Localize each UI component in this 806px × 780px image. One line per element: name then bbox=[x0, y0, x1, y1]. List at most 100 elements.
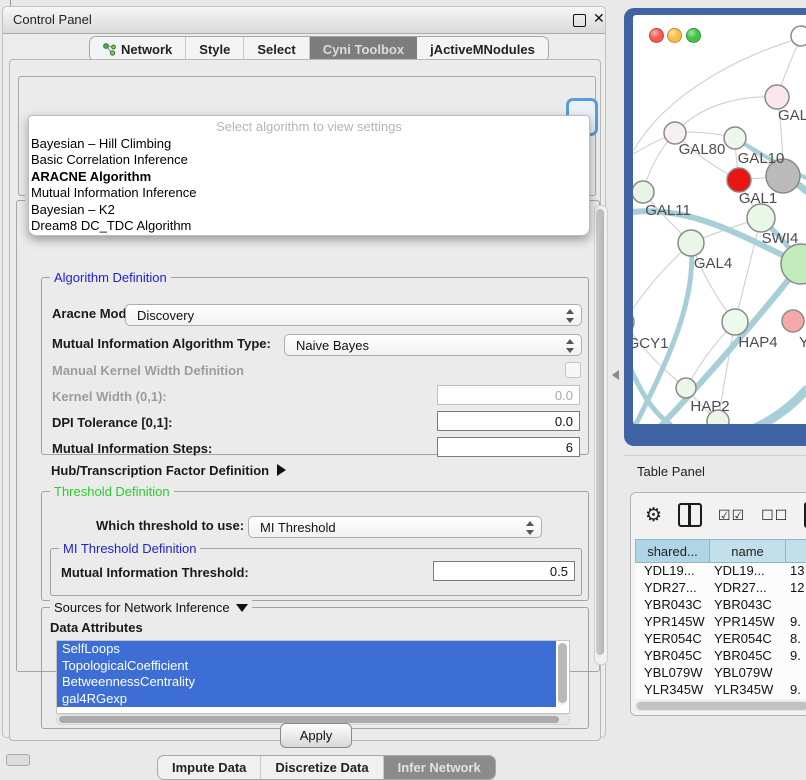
network-node[interactable] bbox=[722, 309, 748, 335]
tab-style[interactable]: Style bbox=[186, 37, 244, 61]
table-row[interactable]: YDL19...YDL19...13 bbox=[635, 563, 806, 580]
mi-type-label: Mutual Information Algorithm Type: bbox=[52, 336, 271, 351]
hub-definition-toggle[interactable]: Hub/Transcription Factor Definition bbox=[51, 463, 286, 478]
table-cell[interactable]: YDL19... bbox=[705, 563, 781, 580]
column-header-partial[interactable] bbox=[785, 539, 806, 563]
tab-infer-network[interactable]: Infer Network bbox=[384, 756, 495, 779]
network-node[interactable] bbox=[791, 26, 806, 46]
algorithm-option[interactable]: Bayesian – Hill Climbing bbox=[29, 136, 589, 152]
attribute-list-item[interactable]: BetweennessCentrality bbox=[57, 674, 556, 691]
tab-impute-data[interactable]: Impute Data bbox=[158, 756, 261, 779]
expand-down-icon bbox=[236, 604, 248, 612]
apply-button[interactable]: Apply bbox=[280, 723, 352, 748]
table-row[interactable]: YBR045CYBR045C9. bbox=[635, 648, 806, 665]
table-cell[interactable]: YBR043C bbox=[705, 597, 781, 614]
network-edge[interactable] bbox=[755, 390, 806, 424]
table-cell[interactable]: YLR345W bbox=[705, 682, 781, 699]
table-cell[interactable]: YBL079W bbox=[635, 665, 705, 682]
mi-threshold-input[interactable] bbox=[433, 561, 575, 581]
algorithm-option[interactable]: Mutual Information Inference bbox=[29, 185, 589, 201]
tab-select[interactable]: Select bbox=[244, 37, 309, 61]
network-node[interactable] bbox=[676, 378, 696, 398]
dpi-tolerance-input[interactable] bbox=[437, 411, 580, 431]
algorithm-option[interactable]: Basic Correlation Inference bbox=[29, 152, 589, 168]
table-cell[interactable]: YBR043C bbox=[635, 597, 705, 614]
deselect-all-icon[interactable]: ☐☐ bbox=[761, 507, 788, 524]
algorithm-option[interactable]: ARACNE Algorithm bbox=[29, 169, 589, 185]
corner-widget[interactable] bbox=[6, 754, 30, 766]
network-node[interactable] bbox=[727, 168, 751, 192]
node-label: GAL80 bbox=[679, 141, 726, 158]
gear-icon[interactable]: ⚙ bbox=[645, 506, 662, 525]
float-window-icon[interactable] bbox=[573, 14, 586, 27]
table-row[interactable]: YBL079WYBL079W bbox=[635, 665, 806, 682]
tab-discretize-data[interactable]: Discretize Data bbox=[261, 756, 383, 779]
network-node[interactable] bbox=[678, 230, 704, 256]
manual-kernel-checkbox[interactable] bbox=[565, 362, 581, 378]
table-body[interactable]: YDL19...YDL19...13YDR27...YDR27...12YBR0… bbox=[635, 563, 806, 699]
split-columns-icon[interactable] bbox=[678, 503, 702, 527]
attribute-list-item[interactable]: gal4RGexp bbox=[57, 691, 556, 708]
table-row[interactable]: YER054CYER054C8. bbox=[635, 631, 806, 648]
network-node[interactable] bbox=[633, 311, 634, 333]
node-label: GAL4 bbox=[694, 255, 732, 272]
table-cell[interactable]: YDR27... bbox=[635, 580, 705, 597]
mi-steps-input[interactable] bbox=[437, 437, 580, 457]
panel-splitter-icon[interactable] bbox=[612, 370, 619, 380]
table-row[interactable]: YDR27...YDR27...12 bbox=[635, 580, 806, 597]
column-header-name[interactable]: name bbox=[709, 539, 785, 563]
table-cell[interactable]: YPR145W bbox=[705, 614, 781, 631]
spinner-icon bbox=[565, 338, 574, 354]
aracne-mode-combobox[interactable]: Discovery bbox=[125, 304, 582, 326]
select-all-icon[interactable]: ☑☑ bbox=[718, 507, 745, 524]
tab-network[interactable]: Network bbox=[90, 37, 186, 61]
network-node[interactable] bbox=[782, 310, 804, 332]
which-threshold-combobox[interactable]: MI Threshold bbox=[248, 516, 542, 538]
data-attributes-list[interactable]: SelfLoopsTopologicalCoefficientBetweenne… bbox=[56, 640, 570, 714]
table-cell[interactable]: 9. bbox=[781, 614, 806, 631]
table-h-scrollbar[interactable] bbox=[635, 701, 806, 711]
algorithm-list: Bayesian – Hill ClimbingBasic Correlatio… bbox=[29, 136, 589, 234]
tab-cyni-toolbox[interactable]: Cyni Toolbox bbox=[310, 37, 417, 61]
table-row[interactable]: YBR043CYBR043C bbox=[635, 597, 806, 614]
table-row[interactable]: YLR345WYLR345W9. bbox=[635, 682, 806, 699]
scrollbar-thumb[interactable] bbox=[596, 209, 604, 655]
node-label: HAP2 bbox=[690, 398, 729, 415]
network-node[interactable] bbox=[724, 127, 746, 149]
table-cell[interactable]: YBR045C bbox=[705, 648, 781, 665]
table-cell[interactable]: YDL19... bbox=[635, 563, 705, 580]
attribute-list-item[interactable]: TopologicalCoefficient bbox=[57, 658, 556, 675]
table-cell[interactable] bbox=[781, 597, 806, 614]
network-graph[interactable]: GALGAL80GAL10GAL1GAL11SWI4GAL4GCY1HAP4YH… bbox=[633, 15, 806, 424]
table-cell[interactable]: YBR045C bbox=[635, 648, 705, 665]
table-cell[interactable] bbox=[781, 665, 806, 682]
close-window-icon[interactable]: ✕ bbox=[593, 10, 605, 27]
network-edge[interactable] bbox=[675, 97, 777, 133]
algorithm-option[interactable]: Bayesian – K2 bbox=[29, 202, 589, 218]
table-cell[interactable]: YER054C bbox=[635, 631, 705, 648]
table-cell[interactable]: YBL079W bbox=[705, 665, 781, 682]
algorithm-option[interactable]: Dream8 DC_TDC Algorithm bbox=[29, 218, 589, 234]
table-cell[interactable]: 13 bbox=[781, 563, 806, 580]
attribute-list-item[interactable]: SelfLoops bbox=[57, 641, 556, 658]
table-cell[interactable]: 8. bbox=[781, 631, 806, 648]
kernel-width-input[interactable] bbox=[437, 385, 580, 405]
table-cell[interactable]: YDR27... bbox=[705, 580, 781, 597]
sources-toggle[interactable]: Sources for Network Inference bbox=[50, 600, 252, 615]
network-node[interactable] bbox=[747, 204, 775, 232]
table-cell[interactable]: YLR345W bbox=[635, 682, 705, 699]
list-scrollbar[interactable] bbox=[558, 643, 567, 705]
table-cell[interactable]: 12 bbox=[781, 580, 806, 597]
table-row[interactable]: YPR145WYPR145W9. bbox=[635, 614, 806, 631]
settings-scrollbar[interactable] bbox=[594, 205, 608, 665]
table-cell[interactable]: YPR145W bbox=[635, 614, 705, 631]
network-node[interactable] bbox=[765, 85, 789, 109]
table-cell[interactable]: YER054C bbox=[705, 631, 781, 648]
tab-jactivemnodules[interactable]: jActiveMNodules bbox=[417, 37, 548, 61]
table-cell[interactable]: 9. bbox=[781, 682, 806, 699]
network-node[interactable] bbox=[781, 244, 806, 284]
network-node[interactable] bbox=[633, 181, 654, 203]
column-header-shared[interactable]: shared... bbox=[635, 539, 709, 563]
mi-type-combobox[interactable]: Naive Bayes bbox=[284, 334, 582, 356]
table-cell[interactable]: 9. bbox=[781, 648, 806, 665]
